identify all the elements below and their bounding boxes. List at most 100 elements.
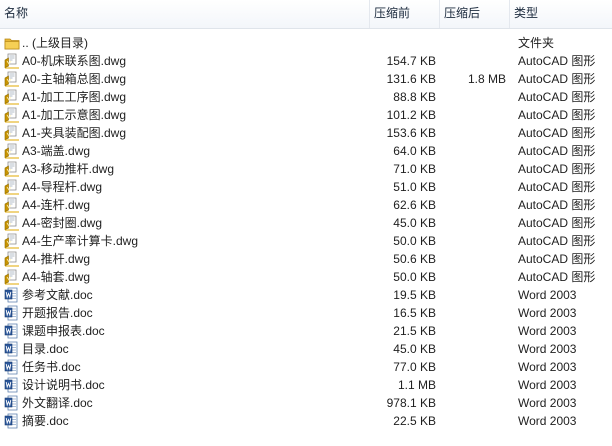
- file-rows: .. (上级目录) 文件夹 A0-机床联系图.dwg 154.7 KB AutoCAD …: [0, 34, 612, 430]
- file-type: AutoCAD 图形: [518, 162, 596, 176]
- file-name: A4-导程杆.dwg: [22, 180, 103, 194]
- file-row[interactable]: 任务书.doc 77.0 KB Word 2003: [0, 358, 612, 376]
- file-row[interactable]: A0-主轴箱总图.dwg 131.6 KB 1.8 MB AutoCAD 图形: [0, 70, 612, 88]
- file-row[interactable]: 目录.doc 45.0 KB Word 2003: [0, 340, 612, 358]
- file-type: Word 2003: [518, 414, 577, 428]
- file-row[interactable]: A4-导程杆.dwg 51.0 KB AutoCAD 图形: [0, 178, 612, 196]
- autocad-file-icon: [4, 125, 20, 141]
- column-header-compressed[interactable]: 压缩前: [370, 0, 440, 28]
- file-row[interactable]: 摘要.doc 22.5 KB Word 2003: [0, 412, 612, 430]
- file-name: 参考文献.doc: [22, 288, 93, 302]
- file-name: 设计说明书.doc: [22, 378, 105, 392]
- autocad-file-icon: [4, 251, 20, 267]
- file-type: AutoCAD 图形: [518, 180, 596, 194]
- file-size-after: [440, 34, 506, 52]
- file-size-after: [440, 88, 506, 106]
- word-doc-icon: [4, 395, 20, 411]
- file-size-after: [440, 52, 506, 70]
- file-name-cell: 开题报告.doc: [2, 304, 362, 322]
- file-name: A1-加工示意图.dwg: [22, 108, 127, 122]
- file-name: A4-推杆.dwg: [22, 252, 91, 266]
- file-size-before: 50.6 KB: [393, 252, 436, 266]
- file-name-cell: 课题申报表.doc: [2, 322, 362, 340]
- file-size-before: 131.6 KB: [386, 72, 436, 86]
- file-size-after: [440, 268, 506, 286]
- file-name-cell: A1-加工示意图.dwg: [2, 106, 362, 124]
- file-row[interactable]: A3-端盖.dwg 64.0 KB AutoCAD 图形: [0, 142, 612, 160]
- file-row[interactable]: A4-轴套.dwg 50.0 KB AutoCAD 图形: [0, 268, 612, 286]
- file-size-after: [440, 394, 506, 412]
- file-size-before: 19.5 KB: [393, 288, 436, 302]
- file-name-cell: .. (上级目录): [2, 34, 362, 52]
- file-size-after: [440, 160, 506, 178]
- file-name-cell: 摘要.doc: [2, 412, 362, 430]
- file-row[interactable]: A4-生产率计算卡.dwg 50.0 KB AutoCAD 图形: [0, 232, 612, 250]
- file-row[interactable]: A0-机床联系图.dwg 154.7 KB AutoCAD 图形: [0, 52, 612, 70]
- file-size-before: 45.0 KB: [393, 216, 436, 230]
- word-doc-icon: [4, 413, 20, 429]
- file-name-cell: A4-连杆.dwg: [2, 196, 362, 214]
- word-doc-icon: [4, 359, 20, 375]
- archive-file-list: 名称 压缩前 压缩后 类型 .. (上级目录) 文件夹 A0-机床联系图.dwg 15…: [0, 0, 612, 446]
- folder-icon: [4, 35, 20, 51]
- file-size-after: [440, 196, 506, 214]
- file-name-cell: A0-机床联系图.dwg: [2, 52, 362, 70]
- file-size-after: [440, 214, 506, 232]
- file-name: 任务书.doc: [22, 360, 81, 374]
- file-row[interactable]: 开题报告.doc 16.5 KB Word 2003: [0, 304, 612, 322]
- file-name: A4-轴套.dwg: [22, 270, 91, 284]
- file-row[interactable]: 课题申报表.doc 21.5 KB Word 2003: [0, 322, 612, 340]
- autocad-file-icon: [4, 71, 20, 87]
- file-row[interactable]: 外文翻译.doc 978.1 KB Word 2003: [0, 394, 612, 412]
- file-type: Word 2003: [518, 324, 577, 338]
- file-row[interactable]: A1-夹具装配图.dwg 153.6 KB AutoCAD 图形: [0, 124, 612, 142]
- column-header: 名称 压缩前 压缩后 类型: [0, 0, 612, 29]
- file-size-after: [440, 124, 506, 142]
- word-doc-icon: [4, 305, 20, 321]
- file-type: Word 2003: [518, 342, 577, 356]
- autocad-file-icon: [4, 89, 20, 105]
- file-type: Word 2003: [518, 306, 577, 320]
- file-row[interactable]: A4-密封圈.dwg 45.0 KB AutoCAD 图形: [0, 214, 612, 232]
- file-size-after: 1.8 MB: [467, 72, 506, 86]
- column-header-original[interactable]: 压缩后: [440, 0, 510, 28]
- file-type: Word 2003: [518, 396, 577, 410]
- file-row[interactable]: 参考文献.doc 19.5 KB Word 2003: [0, 286, 612, 304]
- file-name-cell: A4-导程杆.dwg: [2, 178, 362, 196]
- file-size-after: [440, 250, 506, 268]
- column-header-type[interactable]: 类型: [510, 0, 612, 28]
- file-name: 摘要.doc: [22, 414, 69, 428]
- file-row[interactable]: .. (上级目录) 文件夹: [0, 34, 612, 52]
- file-name: A4-密封圈.dwg: [22, 216, 103, 230]
- file-size-after: [440, 376, 506, 394]
- file-name-cell: 任务书.doc: [2, 358, 362, 376]
- file-name-cell: A3-移动推杆.dwg: [2, 160, 362, 178]
- file-type: AutoCAD 图形: [518, 198, 596, 212]
- file-type: AutoCAD 图形: [518, 54, 596, 68]
- file-row[interactable]: A4-连杆.dwg 62.6 KB AutoCAD 图形: [0, 196, 612, 214]
- file-size-before: 50.0 KB: [393, 270, 436, 284]
- file-size-before: 153.6 KB: [386, 126, 436, 140]
- file-size-before: 45.0 KB: [393, 342, 436, 356]
- autocad-file-icon: [4, 107, 20, 123]
- file-name: A1-夹具装配图.dwg: [22, 126, 127, 140]
- word-doc-icon: [4, 287, 20, 303]
- file-name-cell: 目录.doc: [2, 340, 362, 358]
- file-size-before: 16.5 KB: [393, 306, 436, 320]
- file-name: 目录.doc: [22, 342, 69, 356]
- column-header-name[interactable]: 名称: [0, 0, 370, 28]
- file-name-cell: A4-生产率计算卡.dwg: [2, 232, 362, 250]
- file-row[interactable]: 设计说明书.doc 1.1 MB Word 2003: [0, 376, 612, 394]
- file-type: AutoCAD 图形: [518, 234, 596, 248]
- file-row[interactable]: A1-加工工序图.dwg 88.8 KB AutoCAD 图形: [0, 88, 612, 106]
- file-type: AutoCAD 图形: [518, 252, 596, 266]
- file-type: Word 2003: [518, 360, 577, 374]
- file-size-before: 77.0 KB: [393, 360, 436, 374]
- file-row[interactable]: A3-移动推杆.dwg 71.0 KB AutoCAD 图形: [0, 160, 612, 178]
- file-row[interactable]: A4-推杆.dwg 50.6 KB AutoCAD 图形: [0, 250, 612, 268]
- file-row[interactable]: A1-加工示意图.dwg 101.2 KB AutoCAD 图形: [0, 106, 612, 124]
- file-name: A3-移动推杆.dwg: [22, 162, 115, 176]
- file-name-cell: 参考文献.doc: [2, 286, 362, 304]
- file-name-cell: A4-密封圈.dwg: [2, 214, 362, 232]
- file-size-before: 62.6 KB: [393, 198, 436, 212]
